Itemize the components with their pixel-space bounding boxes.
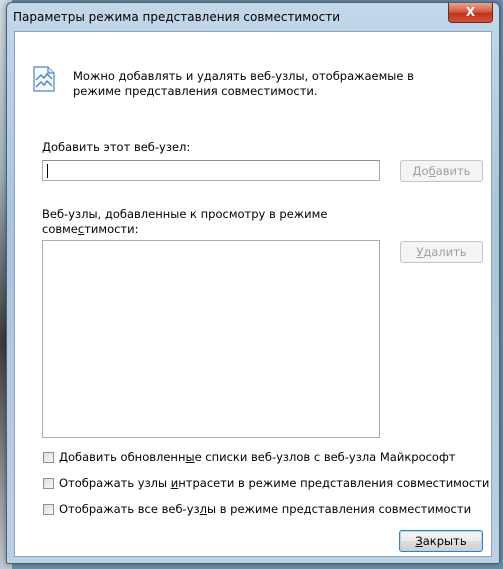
close-icon: X: [465, 5, 476, 19]
add-button[interactable]: Добавить: [400, 160, 483, 182]
option-label: Добавить обновленные списки веб-узлов с …: [59, 450, 456, 464]
dialog-body: Можно добавлять и удалять веб-узлы, отоб…: [14, 31, 492, 557]
add-site-input[interactable]: [42, 160, 380, 181]
title-bar[interactable]: Параметры режима представления совместим…: [7, 3, 499, 31]
checkbox[interactable]: [43, 477, 54, 489]
compatibility-view-icon: [33, 66, 55, 92]
option-download-lists[interactable]: Добавить обновленные списки веб-узлов с …: [43, 449, 456, 465]
info-description: Можно добавлять и удалять веб-узлы, отоб…: [73, 69, 414, 98]
checkbox[interactable]: [43, 503, 54, 515]
option-intranet-sites[interactable]: Отображать узлы интрасети в режиме предс…: [43, 475, 489, 491]
option-label: Отображать все веб-узлы в режиме предста…: [59, 502, 472, 516]
checkbox[interactable]: [43, 451, 54, 463]
window-title: Параметры режима представления совместим…: [13, 10, 341, 24]
text-caret: [47, 164, 48, 178]
remove-button[interactable]: Удалить: [400, 241, 483, 263]
option-label: Отображать узлы интрасети в режиме предс…: [59, 476, 490, 490]
sites-listbox[interactable]: [42, 240, 380, 438]
close-window-button[interactable]: X: [448, 3, 493, 23]
compatibility-view-dialog: Параметры режима представления совместим…: [6, 2, 500, 564]
add-site-label: Добавить этот веб-узел:: [42, 140, 191, 154]
sites-list-label: Веб-узлы, добавленные к просмотру в режи…: [42, 207, 328, 236]
option-all-sites[interactable]: Отображать все веб-узлы в режиме предста…: [43, 501, 471, 517]
close-button[interactable]: Закрыть: [399, 530, 483, 552]
